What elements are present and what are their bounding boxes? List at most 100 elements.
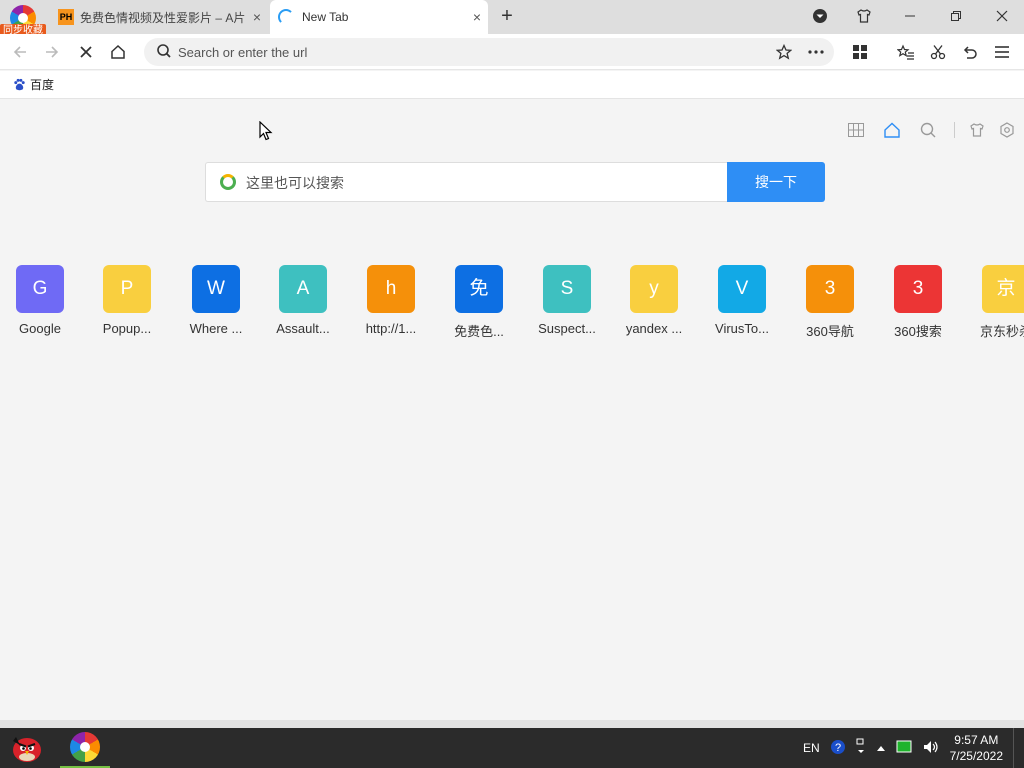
- new-tab-button[interactable]: +: [496, 4, 518, 28]
- clock[interactable]: 9:57 AM 7/25/2022: [950, 732, 1003, 764]
- new-tab-page: 搜一下 G Google P Popup... W Where ... A As…: [0, 100, 1024, 720]
- tile-letter-icon: P: [103, 265, 151, 313]
- page-search-box[interactable]: [205, 162, 727, 202]
- bookmarks-bar: 百度: [0, 71, 1024, 99]
- close-window-icon[interactable]: [984, 2, 1020, 30]
- clock-time: 9:57 AM: [954, 733, 999, 747]
- horizontal-scrollbar[interactable]: [0, 720, 1024, 728]
- tile-label: 京东秒杀: [979, 324, 1024, 339]
- bookmark-label: 百度: [30, 78, 55, 92]
- 360-search-logo-icon: [220, 174, 236, 190]
- layout-grid-icon[interactable]: [846, 120, 866, 140]
- apps-grid-icon[interactable]: [848, 40, 872, 64]
- browser-logo-icon: [70, 732, 100, 762]
- tile-letter-icon: 3: [894, 265, 942, 313]
- speed-dial-tile[interactable]: h http://1...: [350, 265, 432, 336]
- home-icon[interactable]: [106, 40, 130, 64]
- favorite-star-icon[interactable]: [772, 40, 796, 64]
- more-options-icon[interactable]: [804, 40, 828, 64]
- network-arrows-icon[interactable]: [856, 738, 866, 759]
- tile-label: Assault...: [276, 321, 330, 336]
- tile-label: 免费色...: [454, 324, 504, 339]
- minimize-icon[interactable]: [892, 2, 928, 30]
- tile-letter-icon: 京: [982, 265, 1024, 313]
- tile-label: 360导航: [806, 324, 854, 339]
- navigation-bar: [0, 34, 1024, 70]
- tile-letter-icon: V: [718, 265, 766, 313]
- speed-dial-tile[interactable]: V VirusTo...: [701, 265, 783, 336]
- speed-dial-tile[interactable]: y yandex ...: [613, 265, 695, 336]
- tile-label: http://1...: [365, 321, 417, 336]
- tile-label: yandex ...: [625, 321, 683, 336]
- tile-label: 360搜索: [894, 324, 942, 339]
- svg-text:?: ?: [835, 742, 841, 754]
- tile-letter-icon: S: [543, 265, 591, 313]
- tab-new-tab[interactable]: New Tab ×: [270, 0, 488, 34]
- taskbar: EN ? 9:57 AM 7/25/2022: [0, 728, 1024, 768]
- bookmark-baidu[interactable]: 百度: [12, 76, 54, 93]
- back-icon[interactable]: [8, 40, 32, 64]
- speed-dial-tile[interactable]: 3 360搜索: [877, 265, 959, 340]
- system-tray: EN ? 9:57 AM 7/25/2022: [793, 728, 1014, 768]
- tile-letter-icon: y: [630, 265, 678, 313]
- tile-letter-icon: G: [16, 265, 64, 313]
- angry-birds-app-icon[interactable]: [2, 728, 52, 768]
- download-icon[interactable]: [802, 2, 838, 30]
- tab-title: 免费色情视频及性爱影片 – A片: [80, 10, 246, 25]
- tab-close-button[interactable]: ×: [246, 9, 268, 25]
- tile-label: Google: [19, 321, 61, 336]
- tab-title: New Tab: [302, 10, 349, 24]
- tile-label: Popup...: [102, 321, 152, 336]
- speed-dial-tile[interactable]: P Popup...: [86, 265, 168, 336]
- speed-dial-tile[interactable]: G Google: [0, 265, 81, 336]
- speed-dial-tile[interactable]: 京 京东秒杀: [965, 265, 1024, 340]
- tile-label: Where ...: [189, 321, 243, 336]
- skin-shirt-icon[interactable]: [846, 2, 882, 30]
- home-page-icon[interactable]: [882, 120, 902, 140]
- page-toolbar: [846, 120, 1017, 140]
- forward-icon[interactable]: [40, 40, 64, 64]
- search-page-icon[interactable]: [918, 120, 938, 140]
- page-search-input[interactable]: [246, 172, 706, 194]
- tab-strip: 同步收藏 PH 免费色情视频及性爱影片 – A片 × New Tab × +: [0, 0, 1024, 38]
- loading-spinner-icon: [278, 9, 294, 25]
- theme-shirt-icon[interactable]: [967, 120, 987, 140]
- tile-letter-icon: W: [192, 265, 240, 313]
- speed-dial: G Google P Popup... W Where ... A Assaul…: [0, 265, 1024, 345]
- show-desktop-divider[interactable]: [1013, 728, 1014, 768]
- clock-date: 7/25/2022: [949, 749, 1003, 763]
- toolbar-divider: [954, 122, 955, 138]
- speed-dial-tile[interactable]: W Where ...: [175, 265, 257, 336]
- address-bar[interactable]: [144, 38, 834, 66]
- tile-letter-icon: 3: [806, 265, 854, 313]
- search-icon: [156, 43, 172, 62]
- show-hidden-icons-icon[interactable]: [876, 741, 886, 755]
- speed-dial-tile[interactable]: 3 360导航: [789, 265, 871, 340]
- browser-taskbar-icon[interactable]: [60, 728, 110, 768]
- tab-close-button[interactable]: ×: [466, 9, 488, 25]
- tile-letter-icon: A: [279, 265, 327, 313]
- ph-favicon-icon: PH: [58, 9, 74, 25]
- undo-icon[interactable]: [958, 40, 982, 64]
- tab-adult-site[interactable]: PH 免费色情视频及性爱影片 – A片 ×: [52, 0, 268, 34]
- screenshot-scissors-icon[interactable]: [926, 40, 950, 64]
- help-icon[interactable]: ?: [830, 739, 846, 758]
- search-submit-button[interactable]: 搜一下: [727, 162, 825, 202]
- restore-icon[interactable]: [938, 2, 974, 30]
- tile-label: VirusTo...: [715, 321, 769, 336]
- baidu-paw-icon: [12, 78, 26, 92]
- favorites-list-icon[interactable]: [894, 40, 918, 64]
- volume-icon[interactable]: [922, 739, 940, 758]
- speed-dial-tile[interactable]: A Assault...: [262, 265, 344, 336]
- settings-gear-icon[interactable]: [997, 120, 1017, 140]
- mouse-cursor-icon: [259, 120, 273, 144]
- stop-loading-icon[interactable]: [74, 40, 98, 64]
- speed-dial-tile[interactable]: 免 免费色...: [438, 265, 520, 340]
- language-indicator[interactable]: EN: [803, 741, 820, 755]
- address-input[interactable]: [178, 42, 758, 62]
- battery-monitor-icon[interactable]: [896, 740, 912, 757]
- speed-dial-tile[interactable]: S Suspect...: [526, 265, 608, 336]
- tile-label: Suspect...: [538, 321, 596, 336]
- menu-hamburger-icon[interactable]: [990, 40, 1014, 64]
- tile-letter-icon: 免: [455, 265, 503, 313]
